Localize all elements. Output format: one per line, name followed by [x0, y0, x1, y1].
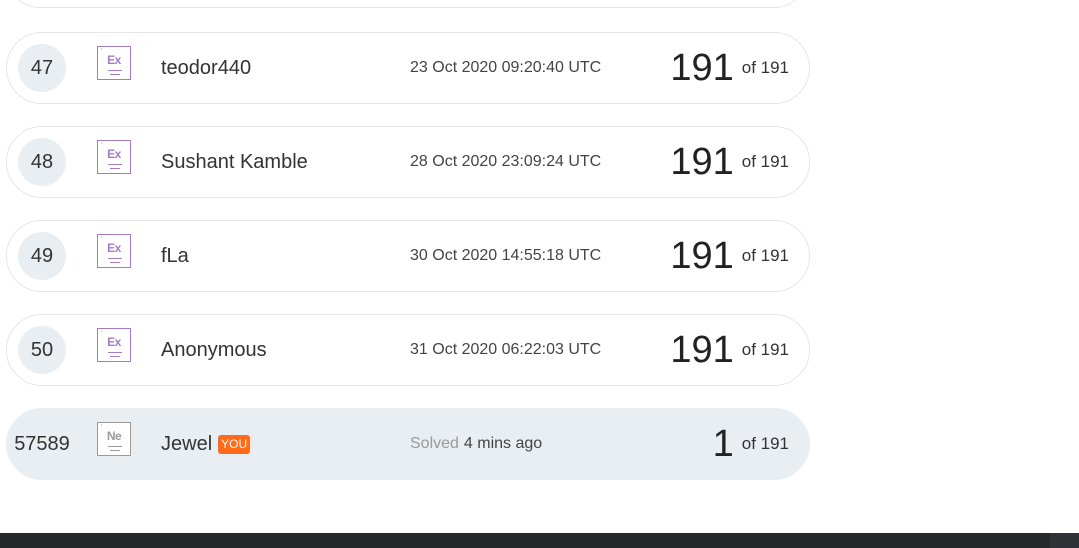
score-total: of 191 — [741, 58, 789, 77]
username-link[interactable]: fLa — [161, 221, 189, 291]
rank-circle: 48 — [18, 138, 66, 186]
leaderboard-row: 50 ' Ex Anonymous 31 Oct 2020 06:22:03 UT… — [6, 314, 810, 386]
current-user-row: 57589 ' Ne Jewel YOU Solved 4 mins ago 1 … — [6, 408, 810, 480]
leaderboard-row-previous — [6, 0, 808, 8]
score-total: of 191 — [741, 434, 789, 453]
rank-circle: 47 — [18, 44, 66, 92]
expert-level-badge-icon: ' Ex — [97, 234, 131, 268]
score-value: 191 — [670, 46, 734, 89]
score: 1 of 191 — [713, 409, 789, 479]
badge-symbol: Ex — [107, 335, 121, 349]
score-total: of 191 — [741, 246, 789, 265]
footer-edge — [1050, 533, 1079, 548]
solved-label: Solved — [410, 435, 459, 452]
username: Jewel — [161, 432, 213, 455]
score: 191 of 191 — [670, 221, 789, 291]
completion-date: 30 Oct 2020 14:55:18 UTC — [410, 247, 602, 264]
leaderboard-row: 49 ' Ex fLa 30 Oct 2020 14:55:18 UTC 191 … — [6, 220, 810, 292]
score: 191 of 191 — [670, 315, 789, 385]
score-value: 191 — [670, 234, 734, 277]
score-total: of 191 — [741, 152, 789, 171]
score-value: 191 — [670, 140, 734, 183]
rank-circle: 50 — [18, 326, 66, 374]
rank-label: 57589 — [14, 432, 70, 455]
solved-status: Solved 4 mins ago — [410, 409, 542, 479]
score: 191 of 191 — [670, 127, 789, 197]
completion-date: 28 Oct 2020 23:09:24 UTC — [410, 153, 602, 170]
username-link[interactable]: Sushant Kamble — [161, 127, 308, 197]
score-value: 191 — [670, 328, 734, 371]
username-link[interactable]: Anonymous — [161, 315, 267, 385]
badge-symbol: Ex — [107, 241, 121, 255]
solved-time: 4 mins ago — [463, 435, 543, 452]
novice-level-badge-icon: ' Ne — [97, 422, 131, 456]
leaderboard-row: 47 ' Ex teodor440 23 Oct 2020 09:20:40 UT… — [6, 32, 810, 104]
expert-level-badge-icon: ' Ex — [97, 140, 131, 174]
badge-symbol: Ne — [106, 429, 122, 443]
expert-level-badge-icon: ' Ex — [97, 328, 131, 362]
site-footer — [0, 533, 1079, 548]
score-value: 1 — [712, 422, 734, 465]
you-badge: YOU — [218, 434, 251, 454]
username-link[interactable]: Jewel YOU — [161, 409, 251, 479]
badge-symbol: Ex — [107, 147, 121, 161]
score-total: of 191 — [741, 340, 789, 359]
rank-circle: 49 — [18, 232, 66, 280]
leaderboard-row: 48 ' Ex Sushant Kamble 28 Oct 2020 23:09:… — [6, 126, 810, 198]
completion-date: 31 Oct 2020 06:22:03 UTC — [410, 341, 602, 358]
expert-level-badge-icon: ' Ex — [97, 46, 131, 80]
completion-date: 23 Oct 2020 09:20:40 UTC — [410, 59, 602, 76]
badge-symbol: Ex — [107, 53, 121, 67]
score: 191 of 191 — [670, 33, 789, 103]
username-link[interactable]: teodor440 — [161, 33, 251, 103]
